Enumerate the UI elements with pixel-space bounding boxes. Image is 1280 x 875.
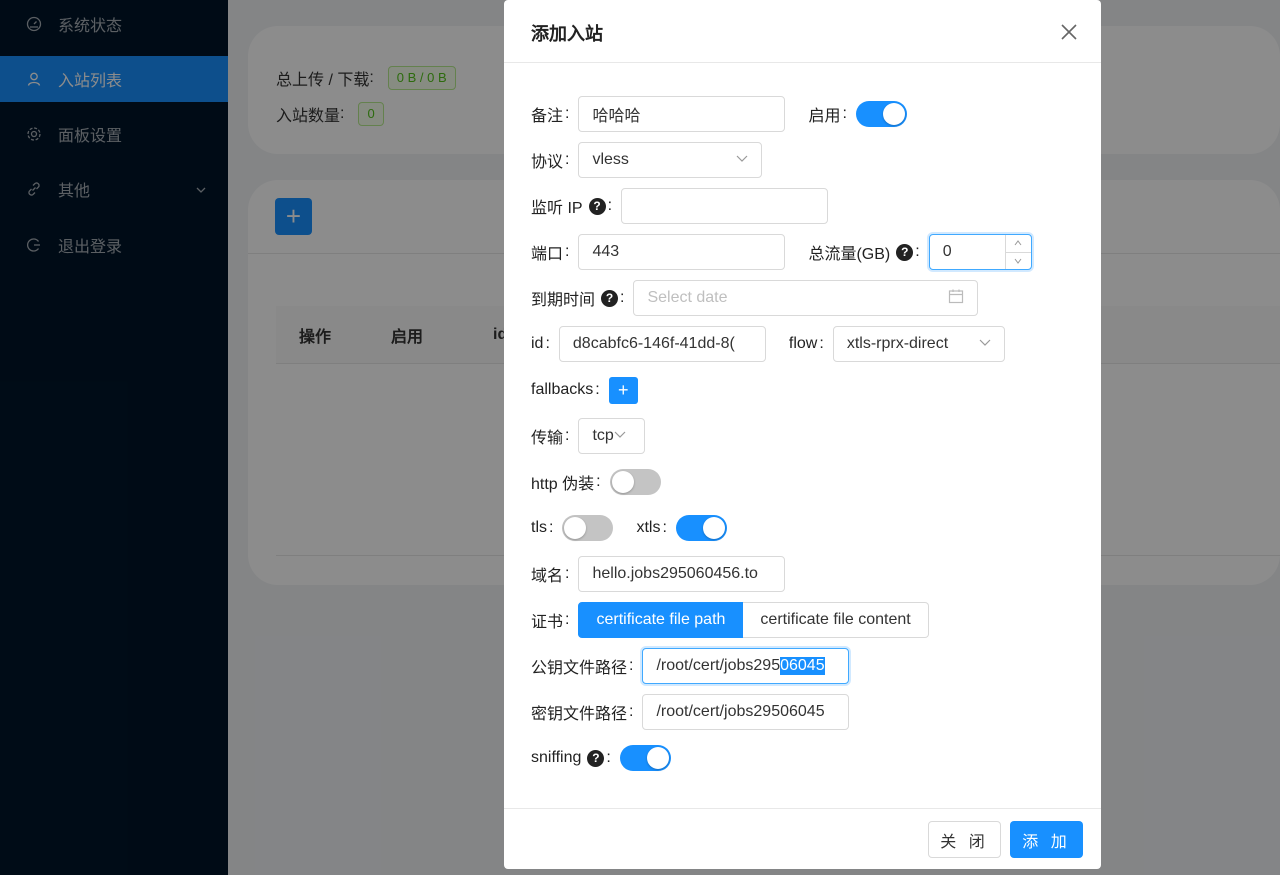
certificate-label: 证书: bbox=[531, 611, 570, 631]
sniffing-switch[interactable] bbox=[619, 745, 671, 771]
http-camouflage-label: http 伪装: bbox=[531, 473, 601, 493]
listen-ip-input[interactable] bbox=[621, 188, 829, 224]
port-row: 端口: 443 总流量(GB)?: 0 bbox=[531, 234, 1032, 270]
remark-row: 备注: 哈哈哈 启用: bbox=[531, 96, 907, 132]
public-key-path-input[interactable]: /root/cert/jobs295 06045 bbox=[642, 648, 850, 684]
number-stepper[interactable] bbox=[1004, 235, 1031, 270]
xtls-label: xtls: bbox=[636, 519, 667, 536]
xtls-switch[interactable] bbox=[675, 515, 727, 541]
certificate-file-path-option[interactable]: certificate file path bbox=[578, 602, 744, 638]
protocol-select[interactable]: vless bbox=[578, 142, 763, 178]
remark-input[interactable]: 哈哈哈 bbox=[578, 96, 786, 132]
domain-label: 域名: bbox=[531, 565, 570, 585]
domain-row: 域名: hello.jobs295060456.to bbox=[531, 556, 786, 592]
id-row: id: d8cabfc6-146f-41dd-8( flow: xtls-rpr… bbox=[531, 326, 1005, 362]
selected-text: 06045 bbox=[780, 657, 825, 675]
help-icon: ? bbox=[588, 197, 606, 215]
help-icon: ? bbox=[896, 243, 914, 261]
id-input[interactable]: d8cabfc6-146f-41dd-8( bbox=[558, 326, 766, 362]
tls-switch[interactable] bbox=[562, 515, 614, 541]
help-icon: ? bbox=[601, 289, 619, 307]
transport-select[interactable]: tcp bbox=[578, 418, 646, 454]
modal-header: 添加入站 bbox=[504, 0, 1101, 63]
chevron-down-icon bbox=[979, 335, 991, 353]
flow-select[interactable]: xtls-rprx-direct bbox=[832, 326, 1005, 362]
protocol-row: 协议: vless bbox=[531, 142, 763, 178]
sniffing-label: sniffing?: bbox=[531, 749, 611, 767]
chevron-up-icon bbox=[1005, 235, 1031, 253]
chevron-down-icon bbox=[614, 427, 626, 445]
listen-ip-label: 监听 IP?: bbox=[531, 197, 613, 217]
private-key-label: 密钥文件路径: bbox=[531, 703, 634, 723]
chevron-down-icon bbox=[736, 151, 748, 169]
chevron-down-icon bbox=[1006, 253, 1031, 270]
sniffing-row: sniffing?: bbox=[531, 740, 671, 776]
tls-row: tls: xtls: bbox=[531, 510, 727, 546]
fallbacks-label: fallbacks: bbox=[531, 381, 600, 398]
close-button[interactable]: 关 闭 bbox=[928, 821, 1001, 858]
flow-label: flow: bbox=[788, 335, 824, 352]
add-inbound-modal: 添加入站 备注: 哈哈哈 启用: 协议: vless 监听 IP?: 端口: 4… bbox=[504, 0, 1101, 869]
port-label: 端口: bbox=[531, 243, 570, 263]
http-camouflage-row: http 伪装: bbox=[531, 464, 661, 500]
listen-ip-row: 监听 IP?: bbox=[531, 188, 829, 224]
fallbacks-row: fallbacks: + bbox=[531, 372, 638, 408]
transport-label: 传输: bbox=[531, 427, 570, 447]
tls-label: tls: bbox=[531, 519, 554, 536]
enable-switch[interactable] bbox=[855, 101, 907, 127]
total-traffic-input[interactable]: 0 bbox=[928, 234, 1032, 270]
private-key-row: 密钥文件路径: /root/cert/jobs29506045 bbox=[531, 694, 850, 730]
total-traffic-label: 总流量(GB)?: bbox=[808, 243, 920, 263]
port-input[interactable]: 443 bbox=[578, 234, 786, 270]
add-button[interactable]: 添 加 bbox=[1010, 821, 1083, 858]
expiry-label: 到期时间?: bbox=[531, 289, 625, 309]
protocol-label: 协议: bbox=[531, 151, 570, 171]
enable-label: 启用: bbox=[808, 105, 847, 125]
certificate-file-content-option[interactable]: certificate file content bbox=[743, 602, 929, 638]
certificate-row: 证书: certificate file path certificate fi… bbox=[531, 602, 929, 638]
modal-title: 添加入站 bbox=[531, 24, 603, 44]
id-label: id: bbox=[531, 335, 550, 352]
expiry-row: 到期时间?: Select date bbox=[531, 280, 979, 316]
calendar-icon bbox=[948, 288, 964, 309]
add-fallback-button[interactable]: + bbox=[608, 376, 638, 404]
private-key-path-input[interactable]: /root/cert/jobs29506045 bbox=[642, 694, 850, 730]
domain-input[interactable]: hello.jobs295060456.to bbox=[578, 556, 786, 592]
http-camouflage-switch[interactable] bbox=[609, 469, 661, 495]
help-icon: ? bbox=[587, 749, 605, 767]
public-key-row: 公钥文件路径: /root/cert/jobs295 06045 bbox=[531, 648, 850, 684]
transport-row: 传输: tcp bbox=[531, 418, 646, 454]
expiry-date-picker[interactable]: Select date bbox=[633, 280, 979, 316]
close-icon[interactable] bbox=[1059, 22, 1079, 42]
certificate-type-toggle: certificate file path certificate file c… bbox=[578, 602, 929, 638]
remark-label: 备注: bbox=[531, 105, 570, 125]
public-key-label: 公钥文件路径: bbox=[531, 657, 634, 677]
